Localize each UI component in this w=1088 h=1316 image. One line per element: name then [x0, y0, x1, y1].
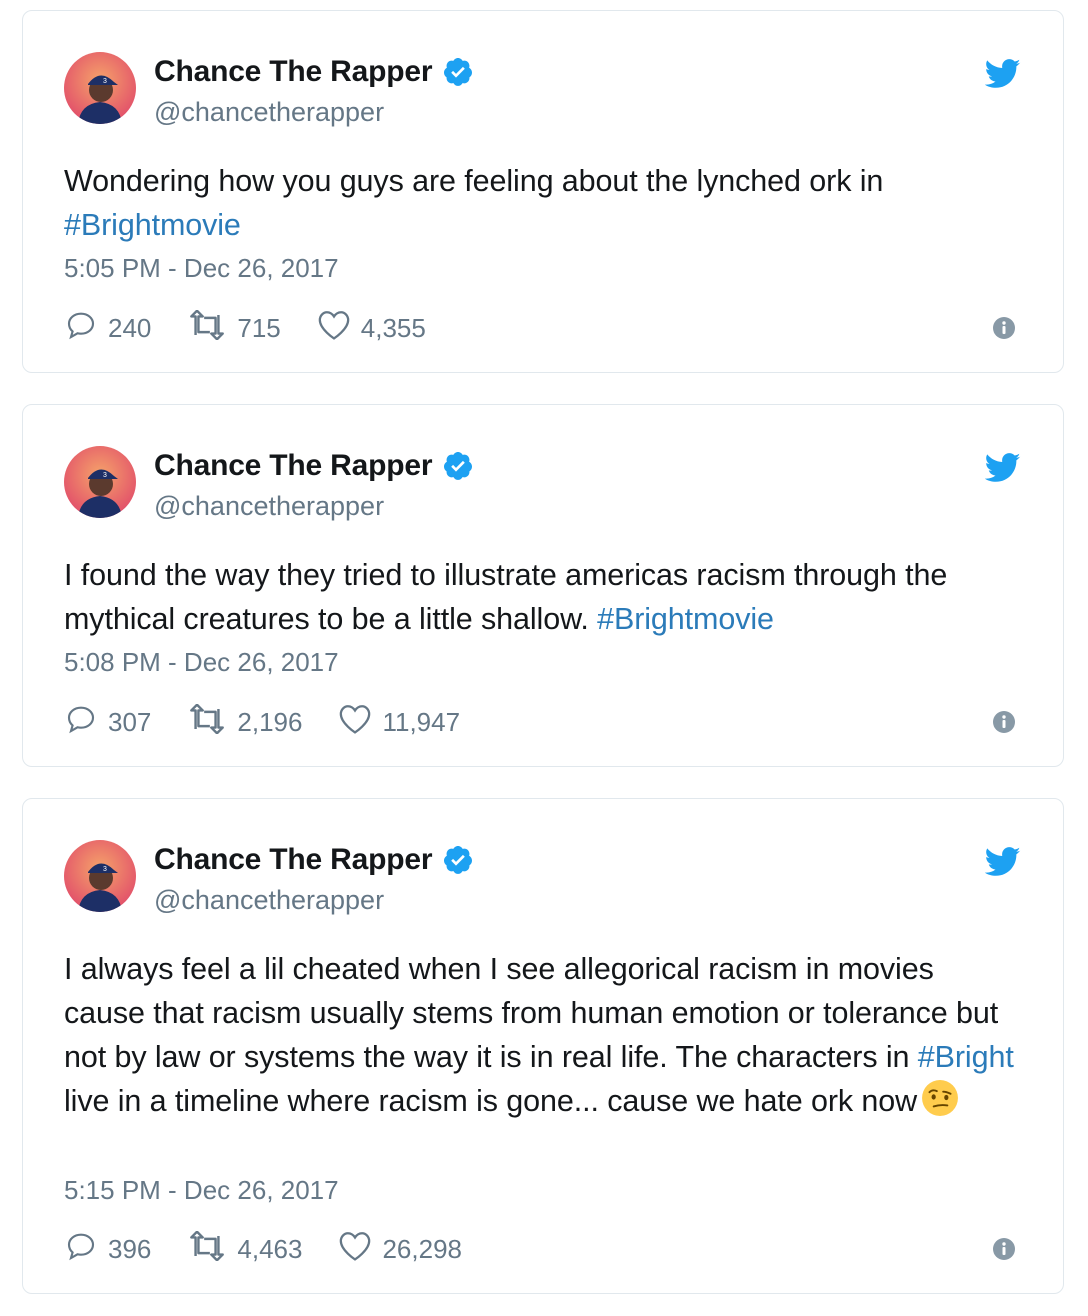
like-count: 26,298	[382, 1234, 462, 1264]
hashtag-link[interactable]: #Brightmovie	[64, 208, 241, 242]
face-with-raised-eyebrow-emoji	[921, 1079, 959, 1117]
retweet-button[interactable]: 2,196	[187, 703, 303, 741]
info-icon[interactable]	[993, 1238, 1015, 1260]
tweet-text-segment: live in a timeline where racism is gone.…	[64, 1084, 918, 1118]
verified-badge-icon	[442, 56, 474, 88]
retweet-count: 2,196	[237, 707, 303, 737]
like-count: 11,947	[382, 707, 461, 737]
like-button[interactable]: 11,947	[338, 703, 460, 742]
tweet-timestamp[interactable]: 5:15 PM - Dec 26, 2017	[64, 1175, 339, 1206]
author-name[interactable]: Chance The Rapper	[154, 843, 433, 877]
tweet-card[interactable]: 3 Chance The Rapper @chancetherapper Won…	[22, 10, 1064, 373]
retweet-count: 4,463	[237, 1234, 303, 1264]
svg-text:3: 3	[103, 472, 107, 479]
verified-badge-icon	[442, 450, 474, 482]
hashtag-link[interactable]: #Bright	[918, 1040, 1014, 1074]
svg-text:3: 3	[103, 78, 107, 85]
author-handle[interactable]: @chancetherapper	[154, 491, 384, 522]
twitter-bird-icon[interactable]	[984, 59, 1021, 89]
twitter-bird-icon[interactable]	[984, 453, 1021, 483]
avatar[interactable]: 3	[64, 446, 136, 518]
reply-icon	[64, 703, 108, 742]
tweet-card[interactable]: 3 Chance The Rapper @chancetherapper I a…	[22, 798, 1064, 1294]
tweet-text-segment: I always feel a lil cheated when I see a…	[64, 952, 999, 1074]
info-icon[interactable]	[993, 711, 1015, 733]
reply-icon	[64, 309, 108, 348]
tweet-text: Wondering how you guys are feeling about…	[64, 159, 1015, 247]
avatar[interactable]: 3	[64, 52, 136, 124]
author-name[interactable]: Chance The Rapper	[154, 449, 433, 483]
retweet-icon	[187, 309, 237, 347]
reply-icon	[64, 1230, 108, 1269]
like-icon	[338, 703, 382, 742]
author-name[interactable]: Chance The Rapper	[154, 55, 433, 89]
author-handle[interactable]: @chancetherapper	[154, 885, 384, 916]
tweet-timestamp[interactable]: 5:05 PM - Dec 26, 2017	[64, 253, 339, 284]
retweet-icon	[187, 703, 237, 741]
reply-count: 240	[108, 313, 152, 343]
reply-button[interactable]: 307	[64, 703, 151, 742]
retweet-count: 715	[237, 313, 281, 343]
reply-button[interactable]: 240	[64, 309, 151, 348]
info-icon[interactable]	[993, 317, 1015, 339]
tweet-actions: 240 715 4,355	[64, 309, 462, 348]
tweet-text-segment: Wondering how you guys are feeling about…	[64, 164, 884, 198]
verified-badge-icon	[442, 844, 474, 876]
like-button[interactable]: 4,355	[317, 309, 426, 348]
hashtag-link[interactable]: #Brightmovie	[597, 602, 774, 636]
author-handle[interactable]: @chancetherapper	[154, 97, 384, 128]
like-icon	[338, 1230, 382, 1269]
reply-button[interactable]: 396	[64, 1230, 151, 1269]
tweet-actions: 396 4,463 26,298	[64, 1230, 498, 1269]
retweet-button[interactable]: 4,463	[187, 1230, 303, 1268]
tweet-text: I found the way they tried to illustrate…	[64, 553, 1015, 641]
like-icon	[317, 309, 361, 348]
twitter-bird-icon[interactable]	[984, 847, 1021, 877]
like-button[interactable]: 26,298	[338, 1230, 462, 1269]
tweet-timestamp[interactable]: 5:08 PM - Dec 26, 2017	[64, 647, 339, 678]
avatar[interactable]: 3	[64, 840, 136, 912]
tweet-text: I always feel a lil cheated when I see a…	[64, 947, 1015, 1123]
svg-text:3: 3	[103, 866, 107, 873]
reply-count: 307	[108, 707, 152, 737]
tweet-card[interactable]: 3 Chance The Rapper @chancetherapper I f…	[22, 404, 1064, 767]
like-count: 4,355	[360, 313, 426, 343]
reply-count: 396	[108, 1234, 152, 1264]
tweet-actions: 307 2,196 11,947	[64, 703, 496, 742]
retweet-button[interactable]: 715	[187, 309, 281, 347]
tweet-text-segment: I found the way they tried to illustrate…	[64, 558, 948, 636]
retweet-icon	[187, 1230, 237, 1268]
